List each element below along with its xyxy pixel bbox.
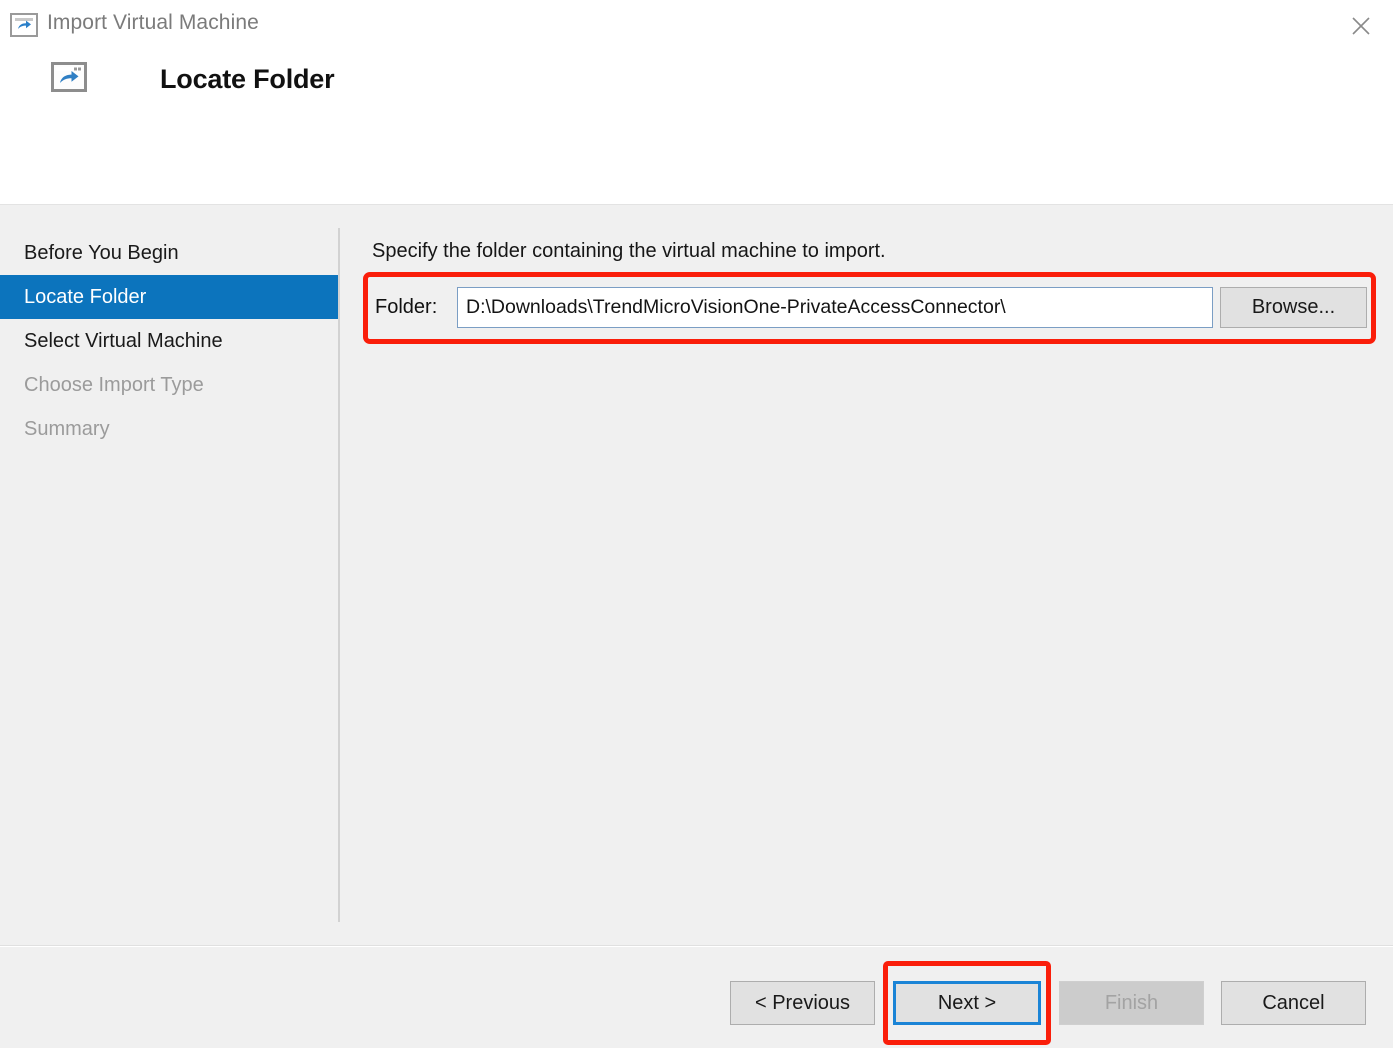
finish-button: Finish — [1059, 981, 1204, 1025]
wizard-steps-sidebar: Before You Begin Locate Folder Select Vi… — [0, 231, 338, 451]
close-icon[interactable] — [1337, 6, 1385, 46]
window-titlebar: Import Virtual Machine — [0, 0, 1393, 52]
next-button[interactable]: Next > — [893, 981, 1041, 1025]
cancel-button[interactable]: Cancel — [1221, 981, 1366, 1025]
main-content: Specify the folder containing the virtua… — [372, 238, 1372, 264]
import-vm-icon — [10, 13, 38, 37]
folder-label: Folder: — [375, 296, 437, 319]
sidebar-item-label: Locate Folder — [24, 286, 146, 309]
sidebar-item-locate-folder[interactable]: Locate Folder — [0, 275, 338, 319]
page-title: Locate Folder — [160, 62, 334, 96]
browse-button[interactable]: Browse... — [1220, 287, 1367, 328]
sidebar-item-label: Summary — [24, 418, 110, 441]
sidebar-item-label: Before You Begin — [24, 242, 179, 265]
sidebar-item-select-virtual-machine[interactable]: Select Virtual Machine — [0, 319, 338, 363]
sidebar-item-label: Select Virtual Machine — [24, 330, 223, 353]
window-title: Import Virtual Machine — [47, 11, 259, 35]
sidebar-item-label: Choose Import Type — [24, 374, 204, 397]
previous-button[interactable]: < Previous — [730, 981, 875, 1025]
folder-row: Folder: Browse... — [375, 287, 1367, 328]
folder-path-input[interactable] — [457, 287, 1213, 328]
sidebar-item-before-you-begin[interactable]: Before You Begin — [0, 231, 338, 275]
sidebar-divider — [338, 228, 340, 922]
header-import-vm-icon — [51, 62, 87, 92]
instruction-text: Specify the folder containing the virtua… — [372, 238, 1372, 264]
sidebar-item-summary: Summary — [0, 407, 338, 451]
sidebar-item-choose-import-type: Choose Import Type — [0, 363, 338, 407]
